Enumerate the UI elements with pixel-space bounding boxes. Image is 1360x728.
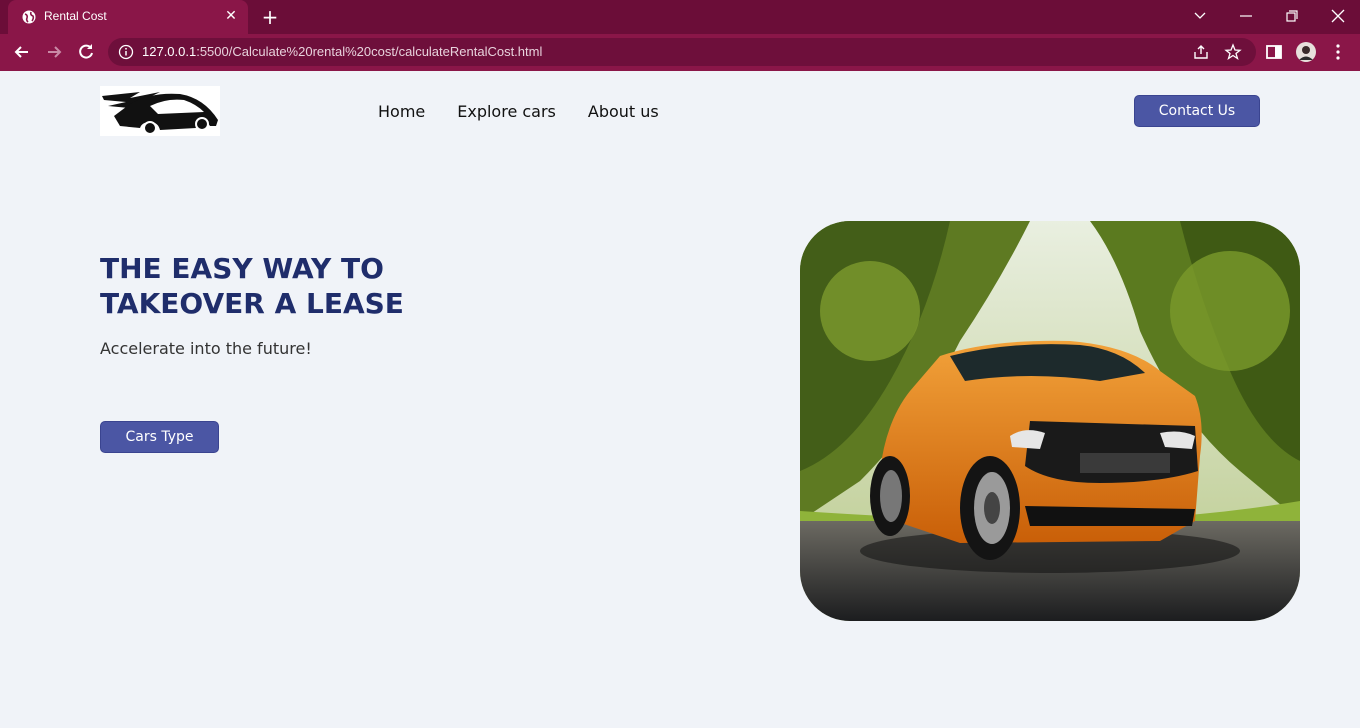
nav-home[interactable]: Home bbox=[378, 102, 425, 121]
reload-icon[interactable] bbox=[76, 42, 96, 62]
restore-icon[interactable] bbox=[1278, 4, 1306, 28]
address-bar[interactable]: 127.0.0.1:5500/Calculate%20rental%20cost… bbox=[108, 38, 1256, 66]
profile-avatar[interactable] bbox=[1296, 42, 1316, 62]
url-path: :5500/Calculate%20rental%20cost/calculat… bbox=[196, 44, 543, 59]
close-window-icon[interactable] bbox=[1324, 4, 1352, 28]
new-tab-icon[interactable]: + bbox=[258, 6, 282, 30]
share-icon[interactable] bbox=[1192, 43, 1210, 61]
hero-car-image bbox=[800, 221, 1300, 621]
cars-type-button[interactable]: Cars Type bbox=[100, 421, 219, 453]
browser-toolbar: 127.0.0.1:5500/Calculate%20rental%20cost… bbox=[0, 34, 1360, 71]
page: Home Explore cars About us Contact Us TH… bbox=[0, 71, 1360, 728]
contact-us-button[interactable]: Contact Us bbox=[1134, 95, 1260, 127]
side-panel-icon[interactable] bbox=[1264, 42, 1284, 62]
logo[interactable] bbox=[100, 86, 220, 136]
hero-subtitle: Accelerate into the future! bbox=[100, 339, 312, 358]
nav-about-us[interactable]: About us bbox=[588, 102, 659, 121]
hero-title: THE EASY WAY TO TAKEOVER A LEASE bbox=[100, 252, 404, 320]
star-icon[interactable] bbox=[1224, 43, 1242, 61]
back-arrow-icon[interactable] bbox=[12, 42, 32, 62]
menu-kebab-icon[interactable] bbox=[1328, 42, 1348, 62]
browser-tab[interactable]: Rental Cost ✕ bbox=[8, 0, 248, 34]
info-icon[interactable] bbox=[118, 44, 134, 60]
globe-icon bbox=[22, 10, 36, 24]
main-nav: Home Explore cars About us bbox=[378, 102, 659, 121]
minimize-icon[interactable] bbox=[1232, 4, 1260, 28]
forward-arrow-icon[interactable] bbox=[44, 42, 64, 62]
url-text: 127.0.0.1:5500/Calculate%20rental%20cost… bbox=[142, 44, 542, 59]
tab-close-icon[interactable]: ✕ bbox=[222, 7, 240, 25]
nav-explore-cars[interactable]: Explore cars bbox=[457, 102, 556, 121]
tab-title: Rental Cost bbox=[44, 9, 107, 23]
tab-search-icon[interactable] bbox=[1186, 4, 1214, 28]
url-host: 127.0.0.1 bbox=[142, 44, 197, 59]
browser-tab-strip: Rental Cost ✕ + bbox=[0, 0, 1360, 34]
car-logo-icon bbox=[102, 92, 218, 135]
